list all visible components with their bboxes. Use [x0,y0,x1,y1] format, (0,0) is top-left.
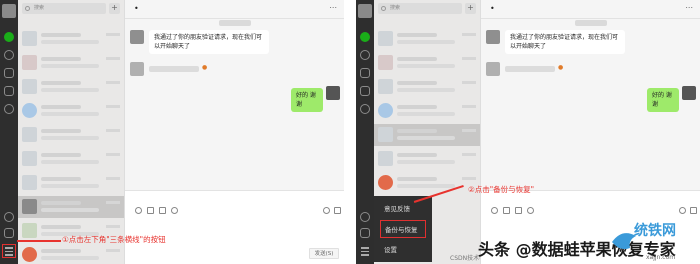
favorites-icon[interactable] [360,68,370,78]
contacts-icon[interactable] [360,50,370,60]
menu-item-settings[interactable]: 设置 [374,241,432,259]
moments-icon[interactable] [360,104,370,114]
received-message: 我通过了你的朋友验证请求，现在我们可以开始聊天了 [149,30,269,54]
call-icon[interactable] [323,207,330,214]
video-icon[interactable] [690,207,697,214]
settings-popup-menu: 意见反馈 备份与恢复 设置 [374,196,432,262]
scissors-icon[interactable] [159,207,166,214]
chat-history-icon[interactable] [527,207,534,214]
contact-avatar[interactable] [486,62,500,76]
menu-icon[interactable] [358,244,372,258]
scissors-icon[interactable] [515,207,522,214]
menu-icon[interactable] [2,244,16,258]
site-url: xajjn.com [646,254,676,261]
list-item-selected[interactable] [18,196,124,218]
annotation-step2: ②点击"备份与恢复" [468,185,535,194]
list-item[interactable] [18,76,124,98]
menu-item-feedback[interactable]: 意见反馈 [374,200,432,218]
files-icon[interactable] [4,86,14,96]
list-item[interactable] [18,244,124,264]
more-icon[interactable]: ... [329,1,337,10]
menu-item-backup-restore[interactable]: 备份与恢复 [380,220,426,238]
phone-icon[interactable] [4,228,14,238]
list-item[interactable] [374,148,480,170]
contacts-icon[interactable] [4,50,14,60]
emoji-icon: ● [202,64,208,71]
search-placeholder: 搜索 [390,5,401,11]
list-item[interactable] [374,52,480,74]
screenshot-canvas: 搜索 + • ... 我通过了你的朋友验证请求，现在我们可以开始聊天了 ● 好的… [0,0,700,264]
input-area[interactable]: 发送(S) [125,190,344,264]
list-item[interactable] [374,172,480,194]
contact-avatar[interactable] [130,62,144,76]
search-placeholder: 搜索 [34,5,45,11]
more-icon[interactable]: ... [685,1,693,10]
moments-icon[interactable] [4,104,14,114]
list-item[interactable] [18,52,124,74]
mini-program-icon[interactable] [360,212,370,222]
folder-icon[interactable] [503,207,510,214]
list-item[interactable] [374,76,480,98]
panel-divider [344,0,356,264]
emoji-icon[interactable] [135,207,142,214]
contact-avatar[interactable] [130,30,144,44]
phone-icon[interactable] [360,228,370,238]
annotation-step1: ①点击左下角"三条横线"的按钮 [62,235,166,244]
chat-history-icon[interactable] [171,207,178,214]
header-divider [481,18,700,19]
chat-list: 搜索 + [18,0,124,264]
list-item[interactable] [18,124,124,146]
files-icon[interactable] [360,86,370,96]
sidebar [0,0,18,264]
chat-icon[interactable] [360,32,370,42]
annotation-arrow [17,240,61,242]
list-item[interactable] [18,148,124,170]
received-message: 我通过了你的朋友验证请求，现在我们可以开始聊天了 [505,30,625,54]
search-input[interactable]: 搜索 [378,3,462,14]
add-button[interactable]: + [465,3,476,14]
wechat-window-left: 搜索 + • ... 我通过了你的朋友验证请求，现在我们可以开始聊天了 ● 好的… [0,0,344,264]
own-avatar[interactable] [326,86,340,100]
contact-avatar[interactable] [486,30,500,44]
add-button[interactable]: + [109,3,120,14]
folder-icon[interactable] [147,207,154,214]
sent-message: 好的 谢谢 [647,88,679,112]
chat-window: • ... 我通过了你的朋友验证请求，现在我们可以开始聊天了 ● 好的 谢谢 发… [124,0,344,264]
call-icon[interactable] [679,207,686,214]
chat-icon[interactable] [4,32,14,42]
favorites-icon[interactable] [4,68,14,78]
search-icon [25,6,30,11]
sent-message: 好的 谢谢 [291,88,323,112]
video-icon[interactable] [334,207,341,214]
chat-title: • [134,4,139,13]
emoji-icon[interactable] [491,207,498,214]
sidebar [356,0,374,264]
site-logo-text: 统铁网 [634,223,676,239]
list-item[interactable] [374,100,480,122]
timestamp [219,20,251,26]
emoji-icon: ● [558,64,564,71]
avatar[interactable] [2,4,16,18]
list-item[interactable] [18,172,124,194]
list-item[interactable] [18,28,124,50]
avatar[interactable] [358,4,372,18]
search-icon [381,6,386,11]
chat-title: • [490,4,495,13]
send-button[interactable]: 发送(S) [309,248,339,259]
timestamp [575,20,607,26]
mini-program-icon[interactable] [4,212,14,222]
list-item-selected[interactable] [374,124,480,146]
list-item[interactable] [374,28,480,50]
own-avatar[interactable] [682,86,696,100]
blurred-message [149,66,199,72]
header-divider [125,18,344,19]
list-item[interactable] [18,100,124,122]
blurred-message [505,66,555,72]
search-input[interactable]: 搜索 [22,3,106,14]
